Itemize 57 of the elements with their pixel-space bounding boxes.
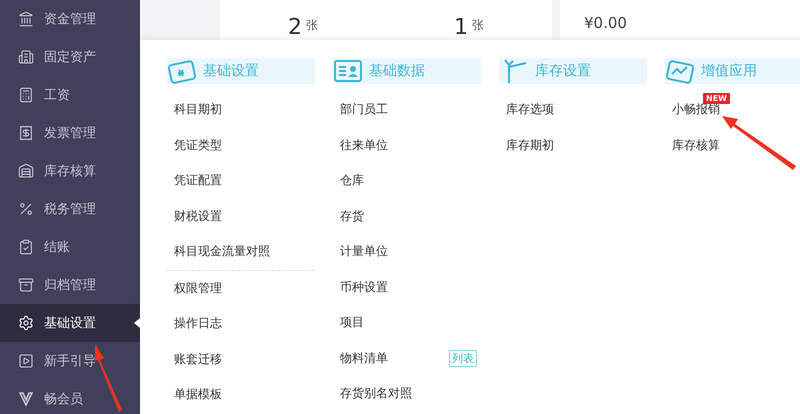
menu-link[interactable]: 仓库 (340, 172, 364, 190)
sidebar-item[interactable]: 基础设置 (0, 304, 140, 342)
v-letter-icon (18, 391, 34, 407)
menu-link[interactable]: 存货别名对照 (340, 385, 412, 402)
menu-link[interactable]: 操作日志 (174, 315, 222, 332)
settings-icon (18, 315, 34, 331)
archive-icon (18, 277, 34, 293)
card-icon (167, 58, 197, 84)
menu-link[interactable]: 单据模板 (174, 386, 222, 404)
menu-link[interactable]: 往来单位 (340, 136, 388, 154)
menu-link[interactable]: 库存期初 (506, 136, 554, 154)
sidebar-item[interactable]: 工资 (0, 76, 140, 114)
column-title: 基础数据 (369, 62, 425, 80)
menu-link[interactable]: 账套迁移 (174, 350, 222, 368)
building-icon (18, 49, 34, 65)
sidebar-item[interactable]: 资金管理 (0, 0, 140, 38)
sidebar-item[interactable]: 固定资产 (0, 38, 140, 76)
percent-icon (18, 201, 34, 217)
sidebar-item[interactable]: 结账 (0, 228, 140, 266)
count-unit: 张 (472, 17, 484, 34)
column-title: 库存设置 (535, 62, 591, 80)
count-value: 1 (454, 16, 468, 40)
count-unit: 张 (306, 17, 318, 34)
sidebar-item[interactable]: 库存核算 (0, 152, 140, 190)
menu-link[interactable]: 科目现金流量对照 (174, 243, 270, 260)
menu-link[interactable]: 物料清单 (340, 350, 388, 367)
menu-link[interactable]: 币种设置 (340, 278, 388, 296)
id-card-icon (333, 58, 363, 84)
menu-link[interactable]: 财税设置 (174, 208, 222, 225)
annotation-arrow (95, 344, 122, 412)
menu-link[interactable]: 权限管理 (174, 280, 222, 297)
menu-link[interactable]: 项目 (340, 314, 364, 332)
menu-link[interactable]: 科目期初 (174, 101, 222, 118)
sidebar-item[interactable]: 归档管理 (0, 266, 140, 304)
calculator-icon (18, 87, 34, 103)
sidebar-item[interactable]: 发票管理 (0, 114, 140, 152)
column-title: 基础设置 (203, 62, 259, 80)
menu-link[interactable]: 存货 (340, 208, 364, 225)
menu-link[interactable]: 计量单位 (340, 243, 388, 260)
clipboard-icon (18, 239, 34, 255)
receipt-icon (18, 125, 34, 141)
sidebar-item[interactable]: 新手引导 (0, 342, 140, 380)
menu-link[interactable]: 小畅报销 (672, 101, 720, 118)
menu-link[interactable]: 凭证类型 (174, 136, 222, 154)
chart-window-icon (665, 58, 695, 84)
house-icon (18, 163, 34, 179)
menu-link[interactable]: 库存选项 (506, 101, 554, 118)
count-value: 2 (288, 16, 302, 40)
menu-link[interactable]: 部门员工 (340, 101, 388, 118)
sidebar-item[interactable]: 税务管理 (0, 190, 140, 228)
play-icon (18, 353, 34, 369)
amount-value: ¥0.00 (584, 14, 627, 32)
menu-link[interactable]: 凭证配置 (174, 172, 222, 190)
menu-link[interactable]: 库存核算 (672, 136, 720, 154)
new-badge: NEW (703, 93, 730, 104)
sidebar-item[interactable]: 畅会员 (0, 380, 140, 414)
column-title: 增值应用 (701, 62, 757, 80)
